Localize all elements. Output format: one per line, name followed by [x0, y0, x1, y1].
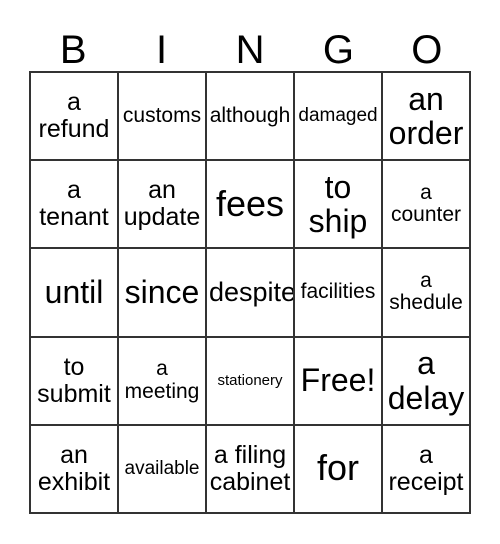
bingo-cell-b3[interactable]: until: [31, 249, 119, 338]
bingo-cell-label: stationery: [217, 371, 283, 389]
bingo-cell-g5[interactable]: for: [295, 425, 383, 514]
bingo-grid: a refund customs although damaged an ord…: [29, 71, 471, 514]
bingo-cell-b2[interactable]: a tenant: [31, 161, 119, 250]
bingo-cell-label: a refund: [38, 88, 110, 144]
bingo-cell-label: a filing cabinet: [209, 440, 291, 496]
bingo-cell-label: a shedule: [389, 268, 463, 315]
bingo-cell-g3[interactable]: facilities: [295, 249, 383, 338]
bingo-cell-n4[interactable]: stationery: [207, 337, 295, 426]
bingo-cell-label: an order: [388, 80, 464, 152]
bingo-card: B I N G O a refund customs although dama…: [0, 0, 500, 544]
bingo-cell-label: an exhibit: [37, 440, 111, 496]
bingo-cell-label: since: [124, 274, 200, 311]
bingo-cell-label: available: [124, 457, 200, 479]
bingo-cell-i1[interactable]: customs: [119, 73, 207, 162]
bingo-cell-b4[interactable]: to submit: [31, 337, 119, 426]
bingo-header-letter-b: B: [59, 28, 87, 72]
bingo-cell-b5[interactable]: an exhibit: [31, 425, 119, 514]
bingo-header-letter-n: N: [235, 28, 265, 72]
bingo-cell-n3[interactable]: despite: [207, 249, 295, 338]
bingo-cell-label: a delay: [387, 345, 465, 416]
bingo-cell-label: customs: [122, 103, 202, 127]
bingo-cell-label: facilities: [300, 280, 376, 304]
bingo-cell-i2[interactable]: an update: [119, 161, 207, 250]
bingo-cell-label: to submit: [37, 352, 111, 408]
bingo-header-letter-g: G: [322, 28, 354, 72]
bingo-cell-label: until: [44, 274, 104, 311]
bingo-cell-free-space[interactable]: Free!: [295, 337, 383, 426]
bingo-cell-b1[interactable]: a refund: [31, 73, 119, 162]
bingo-cell-i5[interactable]: available: [119, 425, 207, 514]
bingo-cell-label: to ship: [308, 168, 368, 240]
bingo-cell-o3[interactable]: a shedule: [383, 249, 471, 338]
bingo-cell-label: damaged: [298, 104, 378, 126]
bingo-cell-label: a counter: [390, 180, 462, 227]
bingo-header-row: B I N G O: [29, 18, 471, 70]
bingo-cell-o5[interactable]: a receipt: [383, 425, 471, 514]
bingo-cell-label: Free!: [300, 362, 376, 399]
bingo-cell-label: an update: [123, 176, 201, 232]
bingo-header-letter-o: O: [411, 28, 443, 72]
bingo-cell-label: for: [316, 447, 359, 489]
bingo-cell-label: a meeting: [124, 357, 200, 403]
bingo-header-letter-i: I: [156, 28, 168, 72]
bingo-cell-label: a receipt: [388, 440, 464, 496]
bingo-cell-g1[interactable]: damaged: [295, 73, 383, 162]
bingo-cell-o2[interactable]: a counter: [383, 161, 471, 250]
bingo-cell-label: fees: [215, 182, 285, 224]
bingo-cell-g2[interactable]: to ship: [295, 161, 383, 250]
bingo-cell-n1[interactable]: although: [207, 73, 295, 162]
bingo-cell-label: despite: [209, 276, 295, 307]
bingo-cell-o4[interactable]: a delay: [383, 337, 471, 426]
bingo-cell-n2[interactable]: fees: [207, 161, 295, 250]
bingo-cell-label: although: [209, 103, 291, 127]
bingo-cell-o1[interactable]: an order: [383, 73, 471, 162]
bingo-cell-label: a tenant: [39, 176, 109, 232]
bingo-cell-n5[interactable]: a filing cabinet: [207, 425, 295, 514]
bingo-cell-i4[interactable]: a meeting: [119, 337, 207, 426]
bingo-cell-i3[interactable]: since: [119, 249, 207, 338]
